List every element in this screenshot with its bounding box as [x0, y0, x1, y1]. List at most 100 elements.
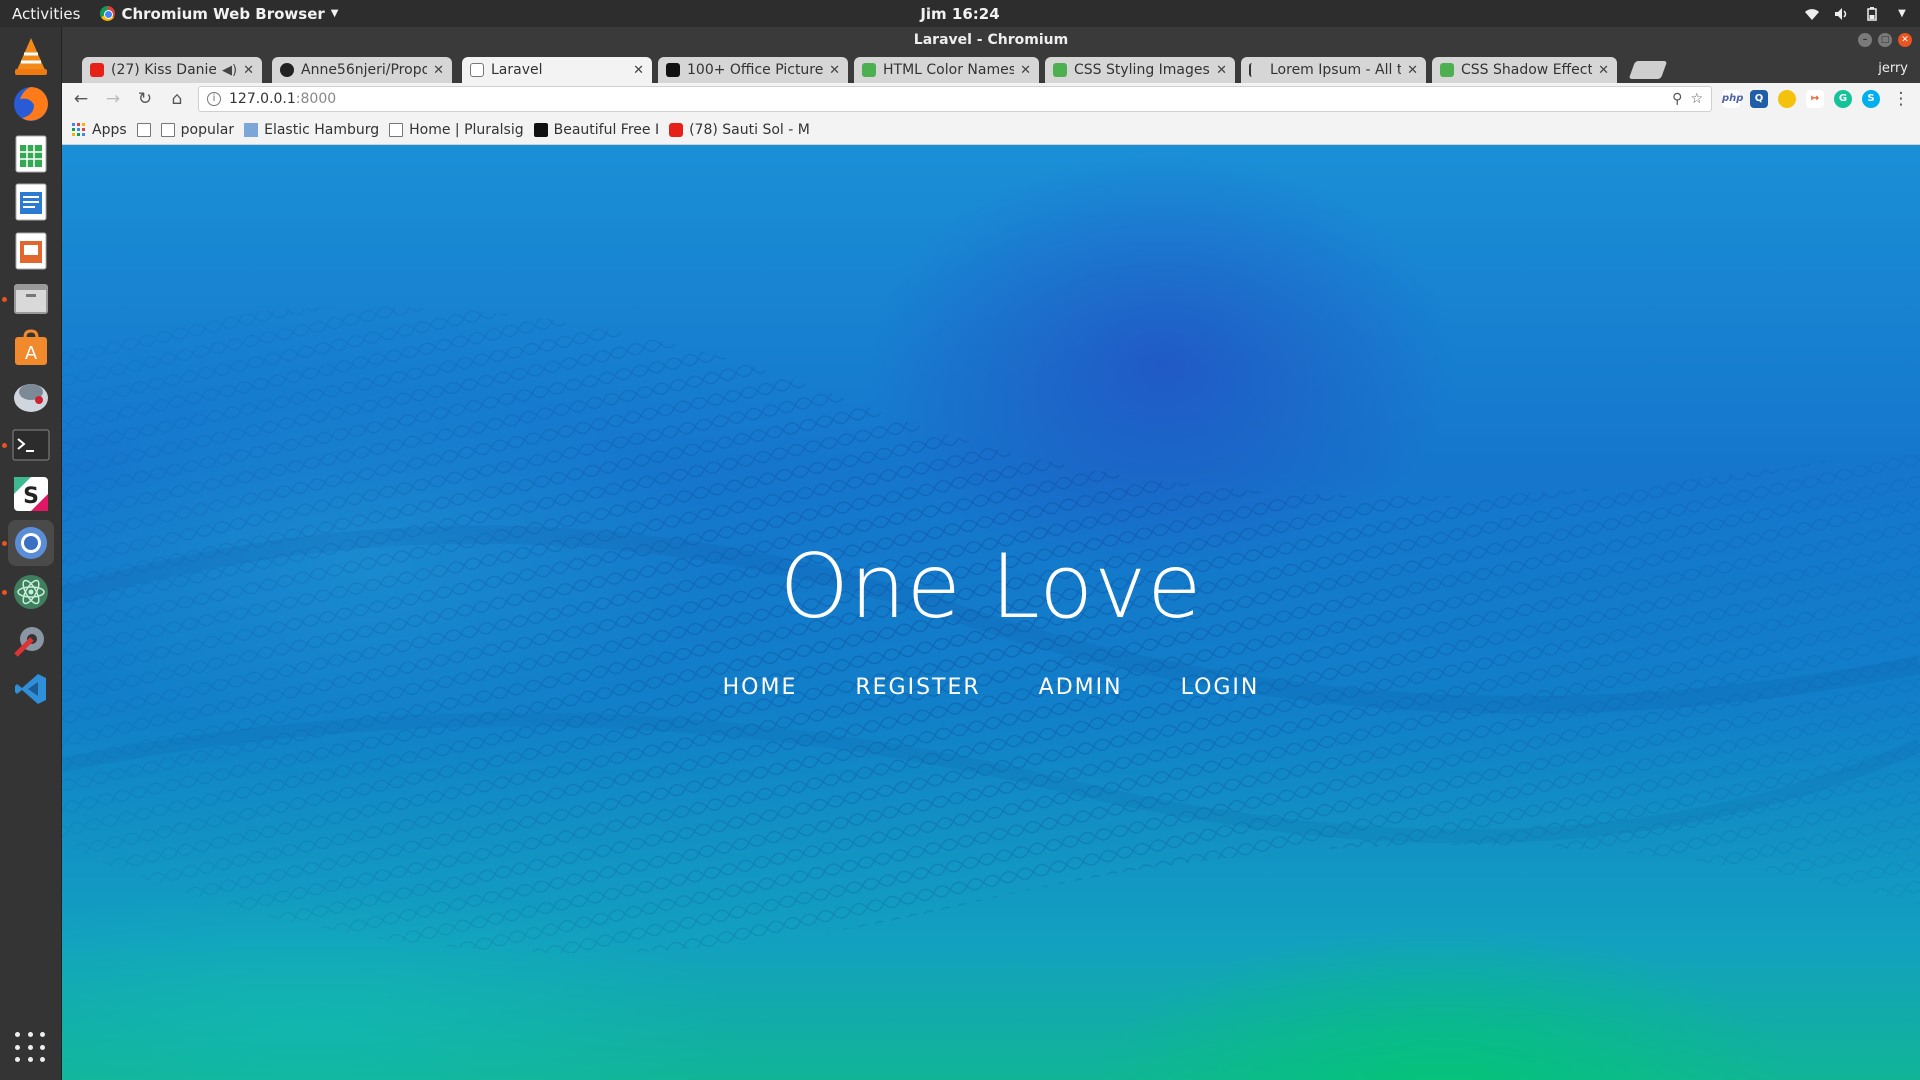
tab-close-icon[interactable]: ✕ — [1020, 63, 1031, 78]
tab-github[interactable]: Anne56njeri/Propo ✕ — [272, 57, 452, 83]
hero-nav: HOME REGISTER ADMIN LOGIN — [62, 675, 1920, 700]
atom-icon[interactable] — [8, 569, 54, 615]
browser-window: Laravel - Chromium – □ ✕ (27) Kiss Danie… — [62, 27, 1920, 1080]
back-icon[interactable]: ← — [70, 88, 92, 110]
nav-admin-link[interactable]: ADMIN — [1039, 675, 1123, 700]
nav-login-link[interactable]: LOGIN — [1181, 675, 1260, 700]
tab-close-icon[interactable]: ✕ — [1216, 63, 1227, 78]
tab-close-icon[interactable]: ✕ — [1598, 63, 1609, 78]
vscode-icon[interactable] — [8, 666, 54, 712]
speaker-icon[interactable]: ◀) — [222, 63, 237, 78]
tab-title: 100+ Office Picture — [687, 62, 824, 78]
software-center-icon[interactable]: A — [8, 325, 54, 371]
hero-title: One Love — [779, 535, 1203, 638]
tab-close-icon[interactable]: ✕ — [829, 63, 840, 78]
arrow-extension-icon[interactable]: ↦ — [1806, 90, 1824, 108]
w3schools-icon — [862, 63, 876, 77]
running-indicator — [2, 541, 7, 546]
terminal-icon[interactable] — [8, 422, 54, 468]
maximize-button[interactable]: □ — [1878, 33, 1892, 47]
forward-icon[interactable]: → — [102, 88, 124, 110]
youtube-icon — [669, 122, 684, 137]
svg-text:S: S — [23, 484, 39, 509]
svg-text:A: A — [25, 343, 38, 364]
bookmark-apps[interactable]: Apps — [72, 122, 127, 138]
lorem-icon — [1249, 63, 1263, 77]
zoom-icon[interactable]: ⚲ — [1672, 91, 1682, 107]
clock[interactable]: Jim 16:24 — [920, 5, 999, 23]
reload-icon[interactable]: ↻ — [134, 88, 156, 110]
tab-title: Lorem Ipsum - All th — [1270, 62, 1402, 78]
app-menu-label: Chromium Web Browser — [121, 4, 325, 23]
tab-css-styling-images[interactable]: CSS Styling Images ✕ — [1045, 57, 1235, 83]
page-icon — [389, 122, 404, 137]
running-indicator — [2, 297, 7, 302]
tab-close-icon[interactable]: ✕ — [633, 63, 644, 78]
impress-presentation-icon[interactable] — [8, 228, 54, 274]
tab-title: Laravel — [491, 62, 543, 78]
system-tray[interactable]: ▼ — [1804, 6, 1910, 21]
files-icon[interactable] — [8, 276, 54, 322]
chromium-dock-icon[interactable] — [8, 520, 54, 566]
search-extension-icon[interactable]: Q — [1750, 90, 1768, 108]
tab-close-icon[interactable]: ✕ — [1407, 63, 1418, 78]
bookmark-blank[interactable] — [136, 122, 151, 137]
info-icon[interactable]: i — [207, 92, 221, 106]
url-text[interactable]: 127.0.0.1:8000 — [229, 91, 1664, 107]
bookmark-label: Home | Pluralsig — [409, 121, 524, 138]
window-titlebar[interactable]: Laravel - Chromium – □ ✕ — [62, 27, 1920, 53]
launcher-dock: A S — [0, 27, 62, 1080]
youtube-icon — [90, 63, 104, 77]
close-window-button[interactable]: ✕ — [1898, 33, 1912, 47]
bookmark-popular[interactable]: popular — [160, 121, 235, 138]
tab-title: CSS Shadow Effects — [1461, 62, 1593, 78]
nav-home-link[interactable]: HOME — [723, 675, 798, 700]
tab-kiss-daniel[interactable]: (27) Kiss Daniel - ◀) ✕ — [82, 57, 262, 83]
home-icon[interactable]: ⌂ — [166, 88, 188, 110]
bookmark-label: Apps — [92, 121, 127, 138]
tab-css-shadow-effects[interactable]: CSS Shadow Effects ✕ — [1432, 57, 1617, 83]
skype-icon[interactable]: S — [1862, 90, 1880, 108]
top-panel: Activities Chromium Web Browser ▼ Jim 16… — [0, 0, 1920, 27]
grammarly-icon[interactable]: G — [1834, 90, 1852, 108]
bookmark-label: popular — [180, 121, 235, 138]
bookmark-label: Beautiful Free I — [553, 121, 660, 138]
w3schools-icon — [1440, 63, 1454, 77]
calc-spreadsheet-icon[interactable] — [8, 131, 54, 177]
tab-close-icon[interactable]: ✕ — [433, 63, 444, 78]
bookmark-elastic-hamburg[interactable]: Elastic Hamburg — [244, 122, 379, 138]
volume-icon — [1834, 7, 1850, 21]
activities-button[interactable]: Activities — [0, 5, 94, 23]
app-menu[interactable]: Chromium Web Browser ▼ — [100, 5, 338, 23]
chevron-down-icon: ▼ — [1898, 7, 1906, 19]
tab-laravel[interactable]: Laravel ✕ — [462, 57, 652, 83]
minimize-button[interactable]: – — [1858, 33, 1872, 47]
nav-register-link[interactable]: REGISTER — [855, 675, 980, 700]
profile-label[interactable]: jerry — [1878, 61, 1908, 76]
address-bar[interactable]: i 127.0.0.1:8000 ⚲ ☆ — [198, 86, 1712, 112]
bookmark-sauti-sol[interactable]: (78) Sauti Sol - M — [669, 122, 810, 138]
tab-lorem-ipsum[interactable]: Lorem Ipsum - All th ✕ — [1241, 57, 1426, 83]
apps-grid-icon — [72, 122, 85, 136]
vlc-icon[interactable] — [8, 33, 54, 79]
tab-html-color-names[interactable]: HTML Color Names ✕ — [854, 57, 1039, 83]
menu-kebab-icon[interactable]: ⋮ — [1890, 88, 1912, 110]
wifi-icon — [1804, 7, 1820, 21]
page-icon — [470, 63, 484, 77]
moon-extension-icon[interactable] — [1778, 90, 1796, 108]
show-applications-icon[interactable] — [15, 1032, 47, 1064]
tab-close-icon[interactable]: ✕ — [243, 63, 254, 78]
system-monitor-icon[interactable] — [8, 373, 54, 419]
slack-icon[interactable]: S — [8, 471, 54, 517]
tab-office-pictures[interactable]: 100+ Office Picture ✕ — [658, 57, 848, 83]
firefox-icon[interactable] — [8, 81, 54, 127]
hero-section: One Love HOME REGISTER ADMIN LOGIN — [62, 145, 1920, 1080]
battery-icon — [1864, 6, 1880, 21]
new-tab-button[interactable] — [1628, 61, 1668, 79]
php-extension-icon[interactable]: php — [1722, 90, 1743, 108]
writer-document-icon[interactable] — [8, 179, 54, 225]
bookmark-beautiful-free[interactable]: Beautiful Free I — [533, 121, 660, 138]
bookmark-pluralsight[interactable]: Home | Pluralsig — [389, 121, 524, 138]
bookmark-star-icon[interactable]: ☆ — [1690, 91, 1703, 107]
settings-tools-icon[interactable] — [8, 617, 54, 663]
